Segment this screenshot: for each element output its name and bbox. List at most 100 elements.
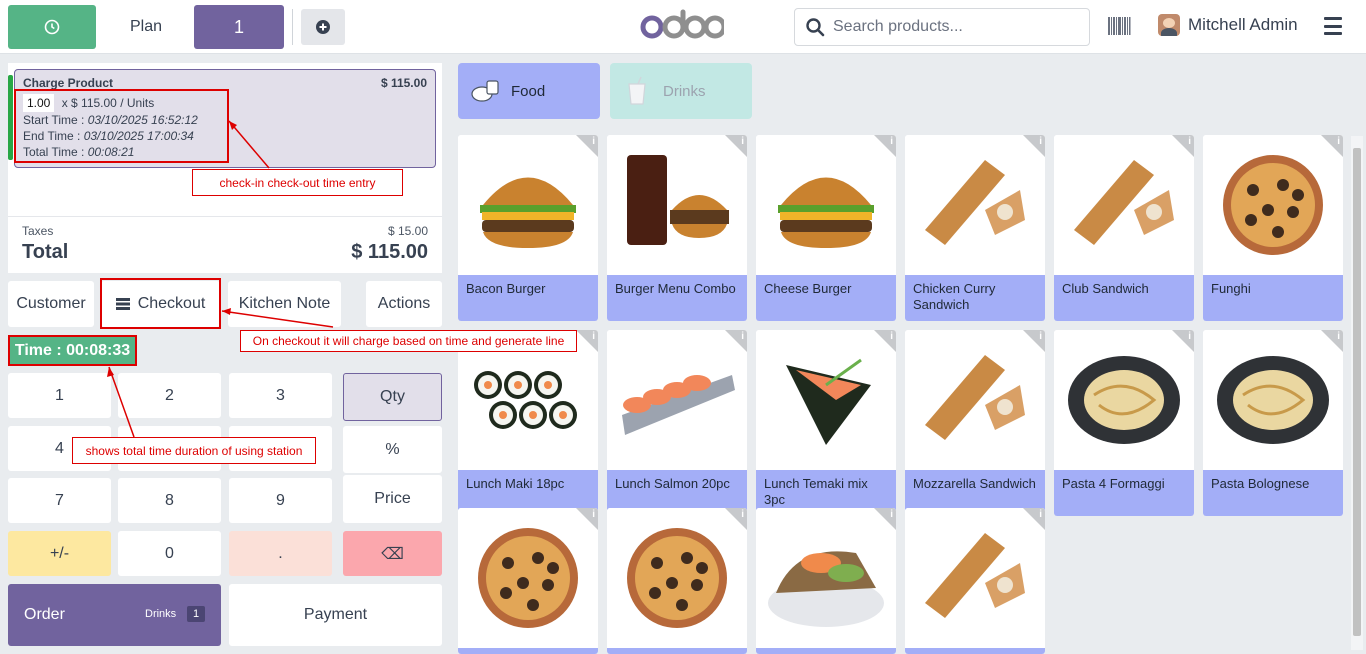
info-icon[interactable]: i [1039,331,1042,342]
temaki-icon [786,358,871,445]
product-name: Cheese Burger [756,275,896,321]
product-card[interactable]: i Cheese Burger [756,135,896,321]
customer-button[interactable]: Customer [8,281,94,327]
product-card[interactable]: i Mozzarella Sandwich [905,330,1045,516]
info-icon[interactable]: i [741,331,744,342]
menu-icon[interactable] [1324,17,1342,35]
product-search[interactable] [794,8,1090,46]
pizza-icon [1223,155,1323,255]
product-card[interactable]: i Burger Menu Combo [607,135,747,321]
drink-icon [628,76,646,105]
info-icon[interactable]: i [592,509,595,520]
annotation-checkin: check-in check-out time entry [192,169,403,196]
product-card[interactable]: i [458,508,598,654]
info-icon[interactable]: i [592,331,595,342]
product-scrollbar[interactable] [1351,136,1363,650]
pasta-icon [1217,356,1329,444]
category-food-label: Food [511,82,546,100]
order-totals: Taxes $ 15.00 Total $ 115.00 [8,216,442,273]
info-icon[interactable]: i [890,331,893,342]
order-button-sublabel: Drinks [145,608,177,620]
numpad-1[interactable]: 1 [8,373,111,418]
decimal-button[interactable]: . [229,531,332,576]
info-icon[interactable]: i [890,136,893,147]
barcode-icon[interactable] [1107,17,1131,35]
product-card[interactable]: i Lunch Salmon 20pc [607,330,747,516]
product-panel: Food Drinks i Bacon Burger i Burger Menu Co… [450,55,1366,654]
discount-mode-button[interactable]: % [343,426,442,473]
qty-mode-button[interactable]: Qty [343,373,442,421]
product-card[interactable]: i Pasta Bolognese [1203,330,1343,516]
product-card[interactable]: i Funghi [1203,135,1343,321]
product-card[interactable]: i [607,508,747,654]
numpad-3[interactable]: 3 [229,373,332,418]
divider [292,9,293,45]
info-icon[interactable]: i [741,509,744,520]
register-button[interactable] [8,5,96,49]
product-name: Funghi [1203,275,1343,321]
info-icon[interactable]: i [1188,331,1191,342]
order-button[interactable]: Order Drinks 1 [8,584,221,646]
search-input[interactable] [833,18,1073,36]
product-card[interactable]: i Lunch Maki 18pc [458,330,598,516]
category-food[interactable]: Food [458,63,600,119]
info-icon[interactable]: i [1039,136,1042,147]
taxes-label: Taxes [22,224,54,238]
numpad-7[interactable]: 7 [8,478,111,523]
annotation-highlight-checkout [100,278,221,329]
payment-button[interactable]: Payment [229,584,442,646]
info-icon[interactable]: i [1337,136,1340,147]
info-icon[interactable]: i [592,136,595,147]
user-name: Mitchell Admin [1188,15,1298,34]
top-bar: Plan 1 Mitchell [0,0,1366,54]
product-card[interactable]: i [756,508,896,654]
avatar [1158,14,1180,36]
pizza-icon [478,528,578,628]
info-icon[interactable]: i [741,136,744,147]
category-drinks[interactable]: Drinks [610,63,752,119]
product-name: Pasta Bolognese [1203,470,1343,516]
order-button-count: 1 [187,606,205,622]
combo-icon [627,155,729,245]
order-line-name: Charge Product [23,76,114,90]
product-card[interactable]: i Pasta 4 Formaggi [1054,330,1194,516]
search-icon [806,18,825,37]
annotation-duration: shows total time duration of using stati… [72,437,316,464]
burger-icon [480,177,576,248]
info-icon[interactable]: i [1337,331,1340,342]
product-card[interactable]: i Bacon Burger [458,135,598,321]
add-order-button[interactable] [301,9,345,45]
total-value: $ 115.00 [351,241,428,263]
info-icon[interactable]: i [890,509,893,520]
table-number-button[interactable]: 1 [194,5,284,49]
pasta-icon [1068,356,1180,444]
annotation-highlight-times [14,89,229,163]
order-button-label: Order [24,606,65,623]
pizza-icon [627,528,727,628]
numpad-0[interactable]: 0 [118,531,221,576]
info-icon[interactable]: i [1188,136,1191,147]
selected-indicator [8,75,13,160]
backspace-button[interactable]: ⌫ [343,531,442,576]
kitchen-note-button[interactable]: Kitchen Note [228,281,341,327]
salmon-icon [622,375,735,435]
numpad-2[interactable]: 2 [118,373,221,418]
plan-button[interactable]: Plan [106,5,186,49]
product-card[interactable]: i Chicken Curry Sandwich [905,135,1045,321]
product-name: Chicken Curry Sandwich [905,275,1045,321]
numpad-8[interactable]: 8 [118,478,221,523]
product-card[interactable]: i Lunch Temaki mix 3pc [756,330,896,516]
product-card[interactable]: i [905,508,1045,654]
price-mode-button[interactable]: Price [343,475,442,523]
actions-button[interactable]: Actions [366,281,442,327]
info-icon[interactable]: i [1039,509,1042,520]
station-timer: Time : 00:08:33 [8,335,137,366]
sign-toggle-button[interactable]: +/- [8,531,111,576]
product-card[interactable]: i Club Sandwich [1054,135,1194,321]
user-menu[interactable]: Mitchell Admin [1158,14,1298,36]
burger-icon [778,177,874,248]
plus-circle-icon [316,20,330,34]
product-name: Pasta 4 Formaggi [1054,470,1194,516]
sandwich-icon [925,160,1025,245]
numpad-9[interactable]: 9 [229,478,332,523]
